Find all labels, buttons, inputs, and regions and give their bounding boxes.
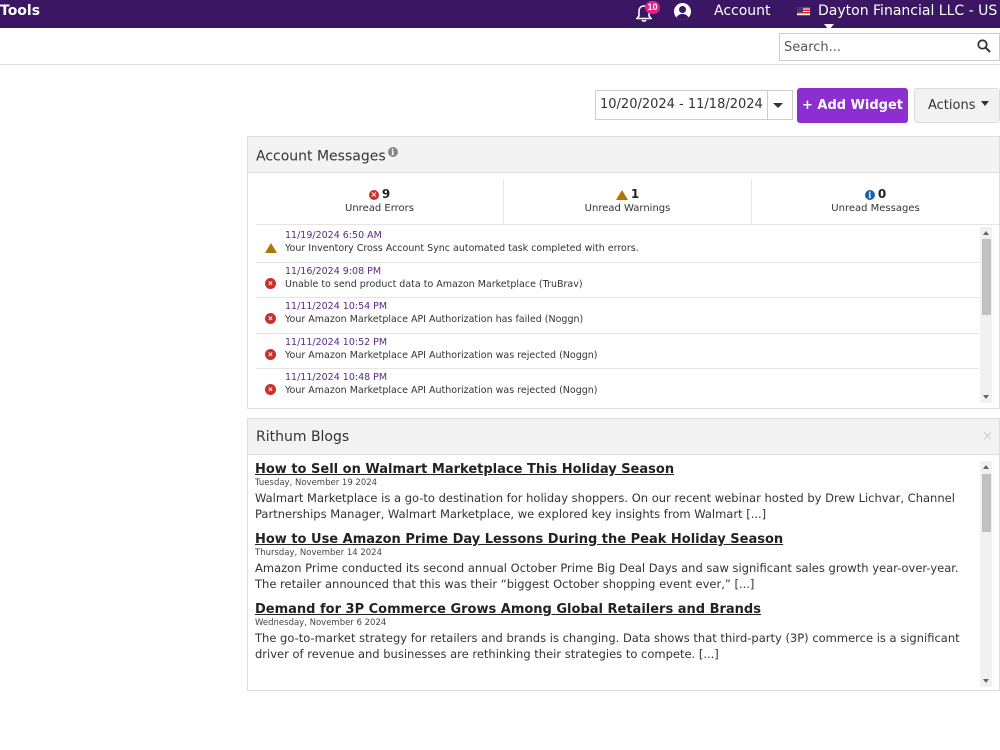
blog-post-date: Tuesday, November 19 2024 [255, 478, 378, 488]
list-item[interactable]: × 11/11/2024 10:52 PM Your Amazon Market… [256, 334, 979, 369]
sub-header [0, 28, 1000, 65]
scrollbar-thumb[interactable] [982, 239, 991, 315]
blog-post-excerpt: Amazon Prime conducted its second annual… [255, 561, 959, 591]
warnings-count-label: Unread Warnings [584, 203, 671, 214]
user-circle-icon[interactable] [674, 3, 691, 20]
blog-post-date: Wednesday, November 6 2024 [255, 618, 387, 628]
blog-list-scrollbar[interactable] [980, 461, 992, 687]
messages-count-value: 0 [877, 187, 887, 201]
date-range-divider [767, 91, 768, 119]
scrollbar-thumb[interactable] [982, 474, 991, 532]
date-range-picker[interactable]: 10/20/2024 - 11/18/2024 [595, 90, 793, 120]
notification-count-badge: 10 [645, 1, 660, 14]
actions-label: Actions [928, 98, 976, 113]
tools-menu[interactable]: Tools [0, 3, 40, 19]
message-counts: × 9 Unread Errors 1 Unread Warnings i0 Un… [256, 179, 999, 225]
error-circle-icon: × [265, 384, 276, 396]
list-item[interactable]: × 11/11/2024 10:54 PM Your Amazon Market… [256, 298, 979, 334]
account-messages-title: Account Messages [256, 148, 386, 165]
search-box [779, 33, 1000, 61]
list-item[interactable]: × 11/11/2024 10:48 PM Your Amazon Market… [256, 369, 979, 403]
list-item[interactable]: × 11/16/2024 9:08 PM Unable to send prod… [256, 263, 979, 298]
scroll-down-arrow[interactable] [983, 679, 989, 683]
message-timestamp: 11/11/2024 10:48 PM [285, 372, 388, 383]
message-text: Unable to send product data to Amazon Ma… [285, 278, 583, 290]
message-timestamp: 11/11/2024 10:54 PM [285, 301, 388, 312]
blog-post-title-link[interactable]: How to Use Amazon Prime Day Lessons Duri… [255, 531, 980, 548]
error-circle-icon: × [265, 313, 276, 325]
blog-post: How to Sell on Walmart Marketplace This … [255, 461, 980, 522]
unread-messages-count[interactable]: i0 Unread Messages [752, 179, 999, 224]
blog-post-excerpt: Walmart Marketplace is a go-to destinati… [255, 491, 955, 521]
top-navigation-bar: Tools 10 Account Dayton Financial LLC - … [0, 0, 1000, 30]
account-menu[interactable]: Account [714, 3, 771, 19]
chevron-down-icon[interactable] [773, 103, 783, 108]
message-text: Your Inventory Cross Account Sync automa… [285, 243, 639, 254]
error-circle-icon: × [265, 348, 276, 360]
rithum-blogs-header: Rithum Blogs × [248, 419, 999, 455]
blog-post-title-link[interactable]: Demand for 3P Commerce Grows Among Globa… [255, 601, 980, 618]
scroll-down-arrow[interactable] [983, 395, 989, 399]
message-text: Your Amazon Marketplace API Authorizatio… [285, 314, 584, 325]
error-circle-icon: × [265, 277, 276, 289]
messages-count-label: Unread Messages [831, 203, 920, 214]
message-timestamp: 11/11/2024 10:52 PM [285, 336, 388, 348]
errors-count-value: 9 [381, 187, 391, 201]
company-name: Dayton Financial LLC - US [818, 3, 998, 19]
blog-post: Demand for 3P Commerce Grows Among Globa… [255, 601, 980, 662]
chevron-down-icon [981, 101, 989, 106]
panel-title: Account Messages i [256, 147, 398, 165]
message-list: 11/19/2024 6:50 AM Your Inventory Cross … [256, 227, 979, 403]
actions-dropdown[interactable]: Actions [914, 88, 1000, 123]
search-icon[interactable] [977, 39, 991, 53]
account-messages-widget: Account Messages i × 9 Unread Errors 1 Unr… [247, 136, 1000, 409]
warning-triangle-icon [265, 242, 277, 253]
message-text: Your Amazon Marketplace API Authorizatio… [285, 349, 598, 361]
unread-warnings-count[interactable]: 1 Unread Warnings [504, 179, 752, 224]
add-widget-button[interactable]: + Add Widget [797, 88, 908, 123]
warnings-count-value: 1 [630, 187, 640, 201]
message-timestamp: 11/19/2024 6:50 AM [285, 230, 382, 241]
info-circle-icon: i [864, 189, 875, 200]
error-circle-icon: × [368, 189, 379, 200]
us-flag-icon [797, 7, 810, 16]
scroll-up-arrow[interactable] [983, 231, 989, 235]
scroll-up-arrow[interactable] [983, 465, 989, 469]
notifications-button[interactable]: 10 [636, 1, 660, 24]
panel-title: Rithum Blogs [256, 429, 350, 445]
list-item[interactable]: 11/19/2024 6:50 AM Your Inventory Cross … [256, 227, 979, 263]
blog-post: How to Use Amazon Prime Day Lessons Duri… [255, 531, 980, 592]
info-circle-icon[interactable]: i [387, 147, 398, 157]
rithum-blogs-widget: Rithum Blogs × How to Sell on Walmart Ma… [247, 418, 1000, 691]
message-timestamp: 11/16/2024 9:08 PM [285, 265, 382, 277]
blog-post-excerpt: The go-to-market strategy for retailers … [255, 631, 960, 661]
warning-triangle-icon [615, 189, 628, 200]
message-list-scrollbar[interactable] [980, 227, 992, 403]
message-text: Your Amazon Marketplace API Authorizatio… [285, 385, 598, 396]
date-range-value: 10/20/2024 - 11/18/2024 [600, 97, 763, 112]
blog-post-title-link[interactable]: How to Sell on Walmart Marketplace This … [255, 461, 980, 478]
blog-list: How to Sell on Walmart Marketplace This … [255, 461, 980, 687]
close-icon[interactable]: × [982, 429, 993, 444]
search-input[interactable] [780, 34, 970, 60]
errors-count-label: Unread Errors [345, 203, 414, 214]
blog-post-date: Thursday, November 14 2024 [255, 548, 382, 558]
account-messages-header: Account Messages i [248, 137, 999, 173]
unread-errors-count[interactable]: × 9 Unread Errors [256, 179, 504, 224]
